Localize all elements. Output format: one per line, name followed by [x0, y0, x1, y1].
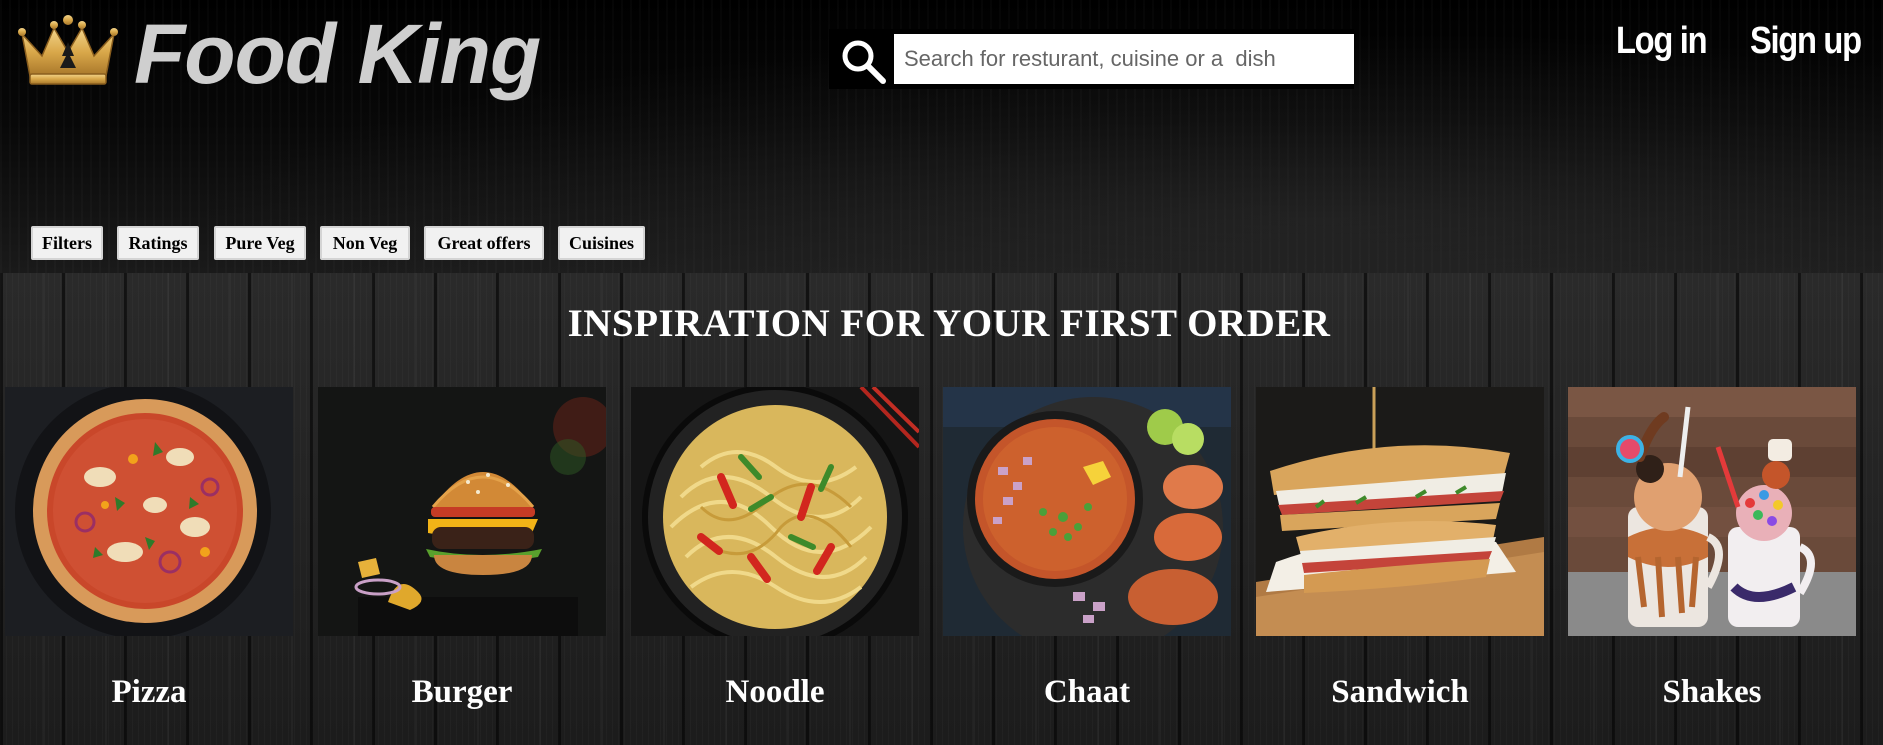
category-card-sandwich[interactable]: Sandwich	[1256, 387, 1544, 710]
signup-link[interactable]: Sign up	[1750, 20, 1862, 63]
noodle-image	[631, 387, 919, 636]
category-label: Burger	[411, 674, 513, 710]
search-icon[interactable]	[839, 37, 887, 85]
filters-button[interactable]: Filters	[31, 226, 103, 260]
search-input[interactable]	[894, 34, 1354, 84]
pure-veg-filter-button[interactable]: Pure Veg	[214, 226, 306, 260]
category-card-chaat[interactable]: Chaat	[943, 387, 1231, 710]
site-header: Food King Log in Sign up Filters Ratings…	[0, 0, 1883, 273]
inspiration-section: INSPIRATION FOR YOUR FIRST ORDER Pizza B…	[0, 273, 1883, 745]
category-card-pizza[interactable]: Pizza	[5, 387, 293, 710]
crown-icon	[18, 15, 118, 85]
category-label: Chaat	[1043, 674, 1131, 710]
search-bar	[829, 29, 1354, 89]
cuisines-filter-button[interactable]: Cuisines	[558, 226, 645, 260]
category-label: Noodle	[725, 674, 825, 710]
category-card-shakes[interactable]: Shakes	[1568, 387, 1856, 710]
pizza-image	[5, 387, 293, 636]
shakes-image	[1568, 387, 1856, 636]
brand-title: Food King	[134, 7, 541, 101]
sandwich-image	[1256, 387, 1544, 636]
great-offers-filter-button[interactable]: Great offers	[424, 226, 544, 260]
category-label: Shakes	[1662, 674, 1762, 710]
category-card-noodle[interactable]: Noodle	[631, 387, 919, 710]
non-veg-filter-button[interactable]: Non Veg	[320, 226, 410, 260]
category-label: Sandwich	[1331, 674, 1469, 710]
login-link[interactable]: Log in	[1616, 20, 1708, 63]
category-card-burger[interactable]: Burger	[318, 387, 606, 710]
category-label: Pizza	[111, 674, 187, 710]
burger-image	[318, 387, 606, 636]
section-title: INSPIRATION FOR YOUR FIRST ORDER	[567, 302, 1331, 345]
ratings-filter-button[interactable]: Ratings	[117, 226, 199, 260]
chaat-image	[943, 387, 1231, 636]
